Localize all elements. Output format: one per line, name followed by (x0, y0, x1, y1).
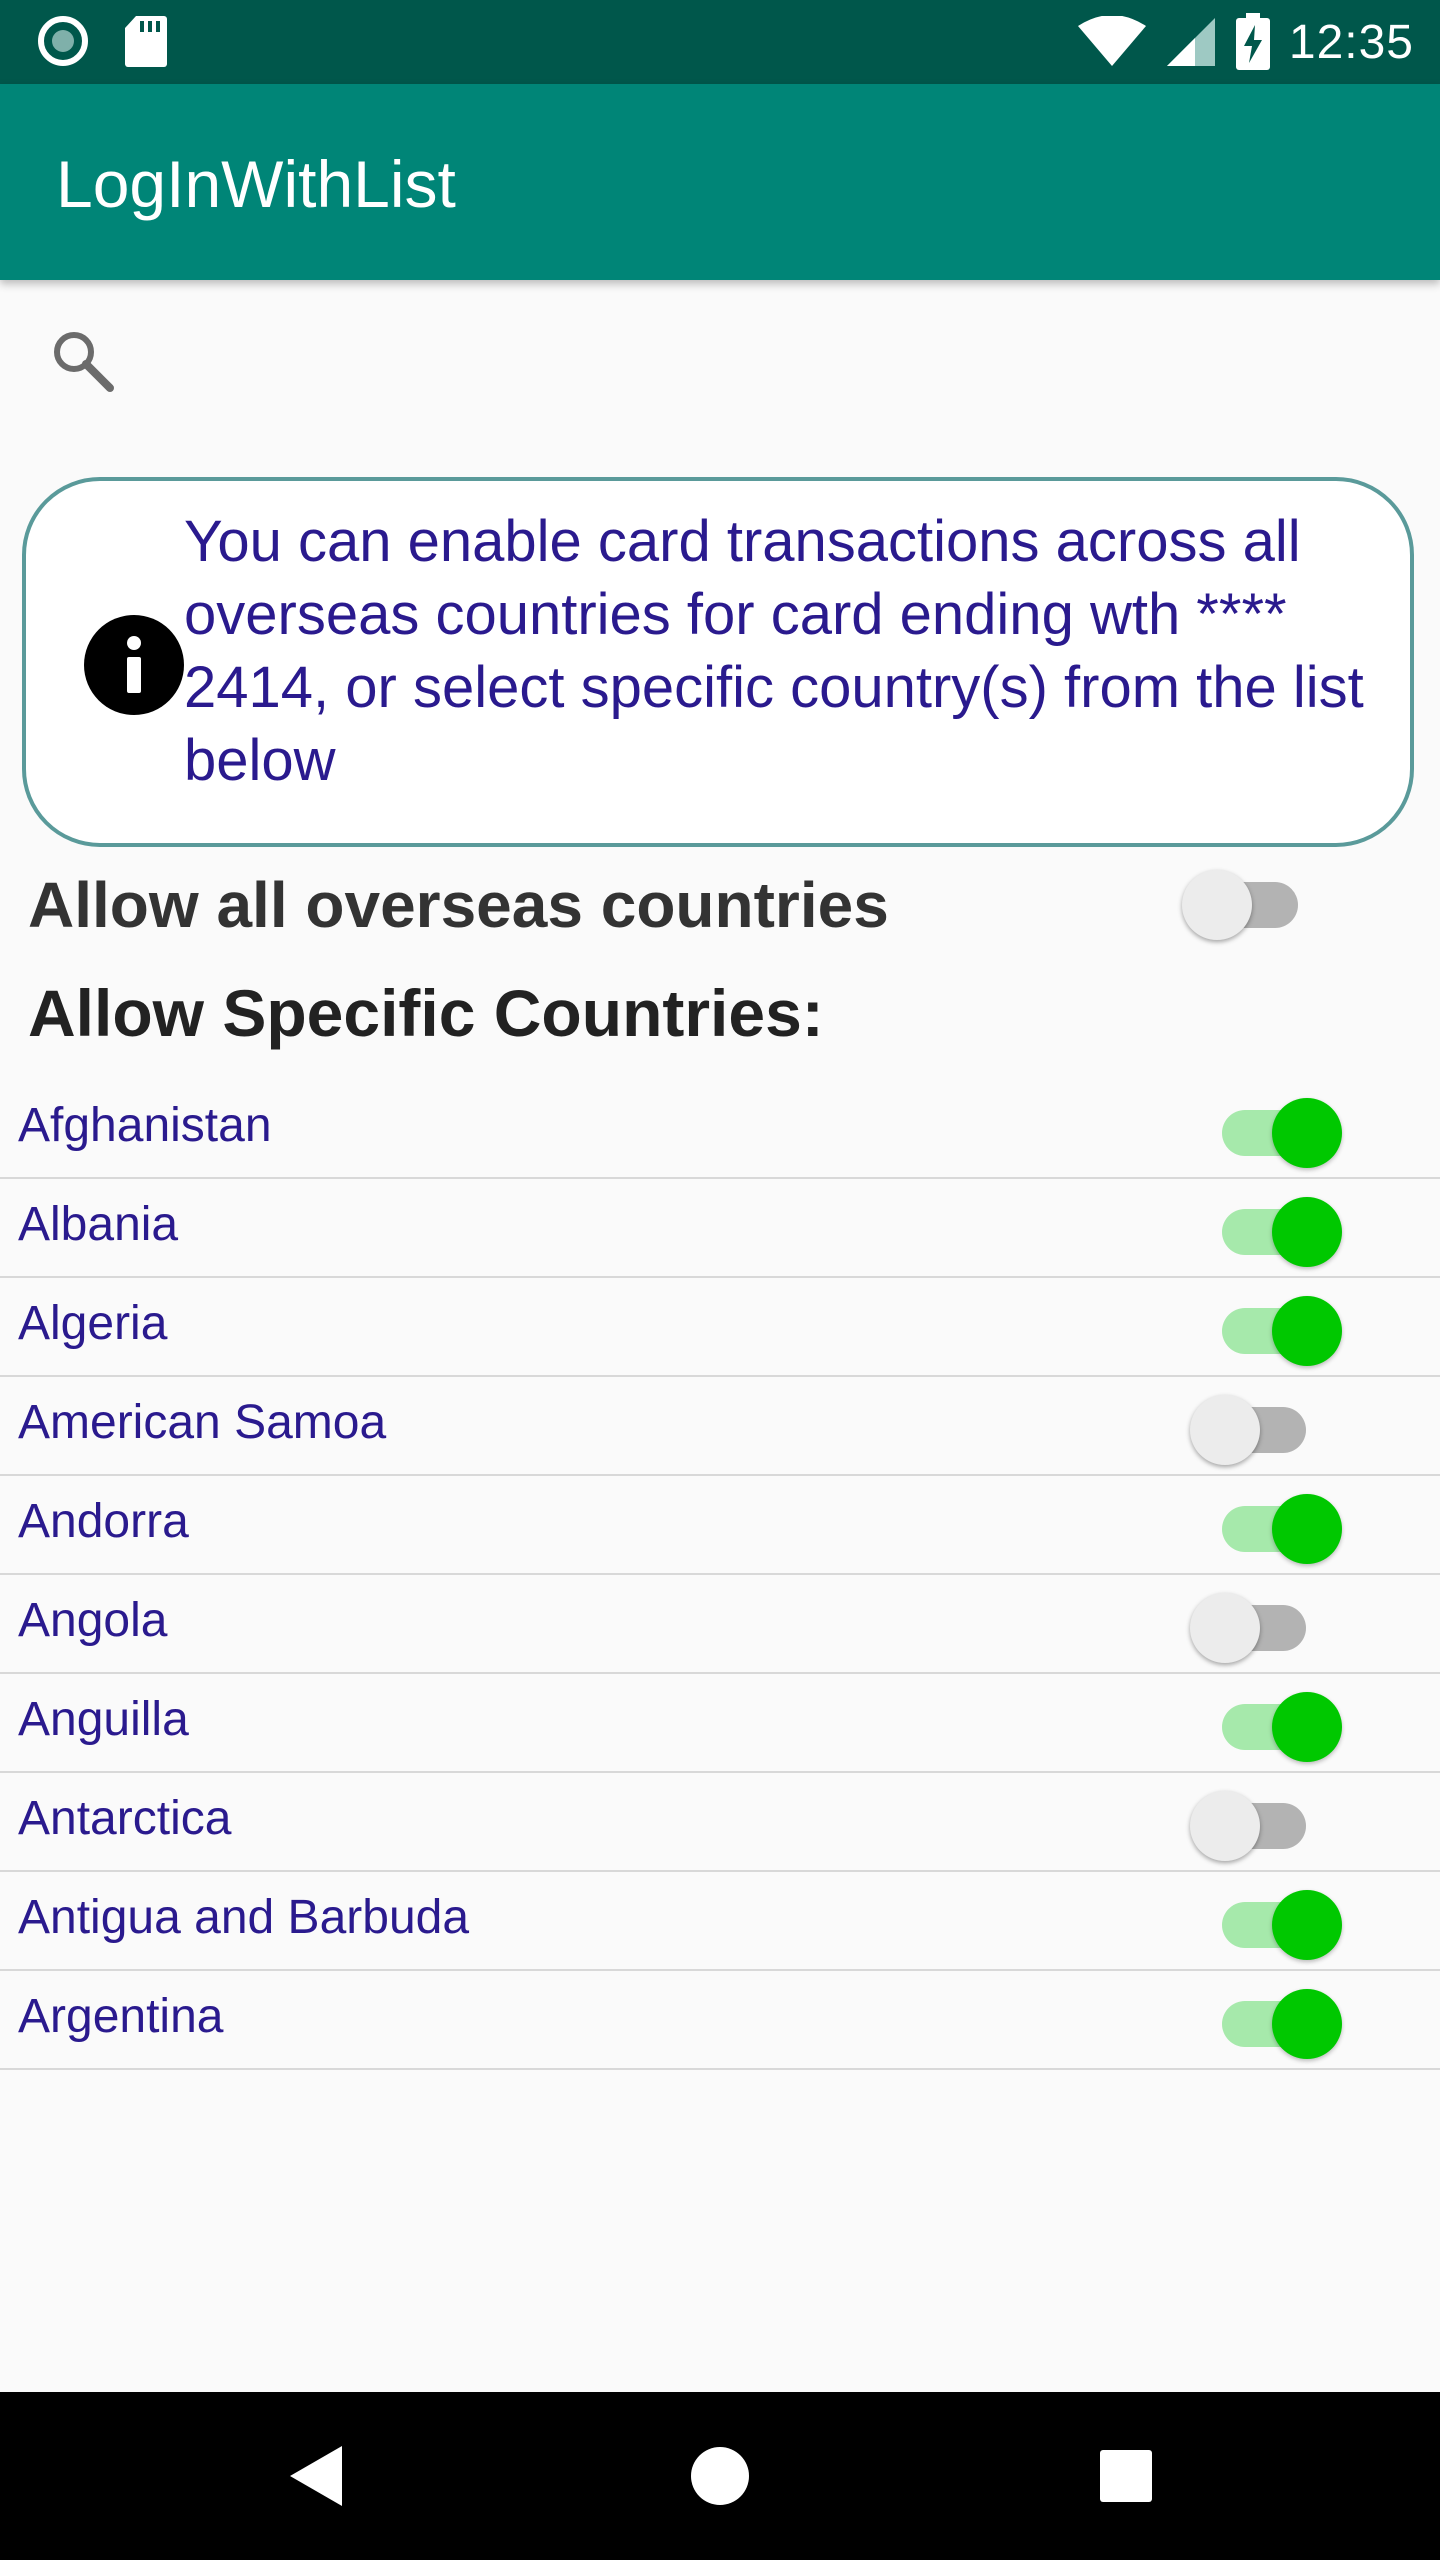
country-name: Andorra (18, 1495, 189, 1548)
country-name: Anguilla (18, 1693, 189, 1746)
country-row: Angola (0, 1575, 1440, 1674)
switch-thumb (1272, 1197, 1342, 1267)
country-name: Argentina (18, 1990, 224, 2043)
info-box: You can enable card transactions across … (22, 477, 1414, 847)
country-switch[interactable] (1190, 1385, 1316, 1465)
status-bar: 12:35 (0, 0, 1440, 84)
camera-icon (38, 16, 88, 66)
sd-card-icon (125, 16, 167, 67)
country-row: Argentina (0, 1971, 1440, 2070)
battery-charging-icon (1235, 13, 1270, 70)
country-switch[interactable] (1212, 1484, 1342, 1564)
switch-thumb (1190, 1395, 1260, 1465)
switch-thumb (1272, 1296, 1342, 1366)
country-switch[interactable] (1212, 1286, 1342, 1366)
switch-thumb (1272, 1494, 1342, 1564)
switch-thumb (1190, 1791, 1260, 1861)
switch-thumb (1182, 870, 1252, 940)
back-icon[interactable] (276, 2436, 356, 2516)
country-name: American Samoa (18, 1396, 387, 1449)
country-switch[interactable] (1212, 1682, 1342, 1762)
specific-countries-title: Allow Specific Countries: (28, 976, 824, 1050)
country-switch[interactable] (1190, 1781, 1316, 1861)
app-title: LogInWithList (56, 147, 456, 221)
status-time: 12:35 (1288, 15, 1414, 69)
allow-all-label: Allow all overseas countries (28, 869, 889, 941)
app-bar: LogInWithList (0, 84, 1440, 280)
country-row: Algeria (0, 1278, 1440, 1377)
country-list: Afghanistan Albania Algeria American Samoa A… (0, 1080, 1440, 2070)
country-name: Angola (18, 1594, 168, 1647)
home-icon[interactable] (680, 2436, 760, 2516)
country-name: Afghanistan (18, 1099, 272, 1152)
wifi-icon (1077, 16, 1146, 66)
country-name: Algeria (18, 1297, 168, 1350)
country-switch[interactable] (1212, 1880, 1342, 1960)
country-row: Antigua and Barbuda (0, 1872, 1440, 1971)
signal-icon (1166, 18, 1215, 66)
country-row: Albania (0, 1179, 1440, 1278)
switch-thumb (1190, 1593, 1260, 1663)
country-name: Antigua and Barbuda (18, 1891, 470, 1944)
country-row: American Samoa (0, 1377, 1440, 1476)
country-name: Albania (18, 1198, 179, 1251)
country-row: Afghanistan (0, 1080, 1440, 1179)
switch-thumb (1272, 1989, 1342, 2059)
switch-thumb (1272, 1692, 1342, 1762)
search-icon[interactable] (48, 326, 118, 396)
country-row: Andorra (0, 1476, 1440, 1575)
allow-all-switch[interactable] (1182, 860, 1308, 940)
country-name: Antarctica (18, 1792, 232, 1845)
recents-icon[interactable] (1086, 2436, 1166, 2516)
switch-thumb (1272, 1098, 1342, 1168)
info-icon (84, 615, 184, 715)
switch-thumb (1272, 1890, 1342, 1960)
country-switch[interactable] (1190, 1583, 1316, 1663)
search-row (0, 300, 1440, 420)
status-left-icons (36, 14, 168, 68)
nav-bar (0, 2392, 1440, 2560)
country-row: Anguilla (0, 1674, 1440, 1773)
country-row: Antarctica (0, 1773, 1440, 1872)
info-text: You can enable card transactions across … (184, 509, 1364, 793)
status-right-icons: 12:35 (1077, 0, 1414, 84)
country-switch[interactable] (1212, 1088, 1342, 1168)
country-switch[interactable] (1212, 1187, 1342, 1267)
country-switch[interactable] (1212, 1979, 1342, 2059)
